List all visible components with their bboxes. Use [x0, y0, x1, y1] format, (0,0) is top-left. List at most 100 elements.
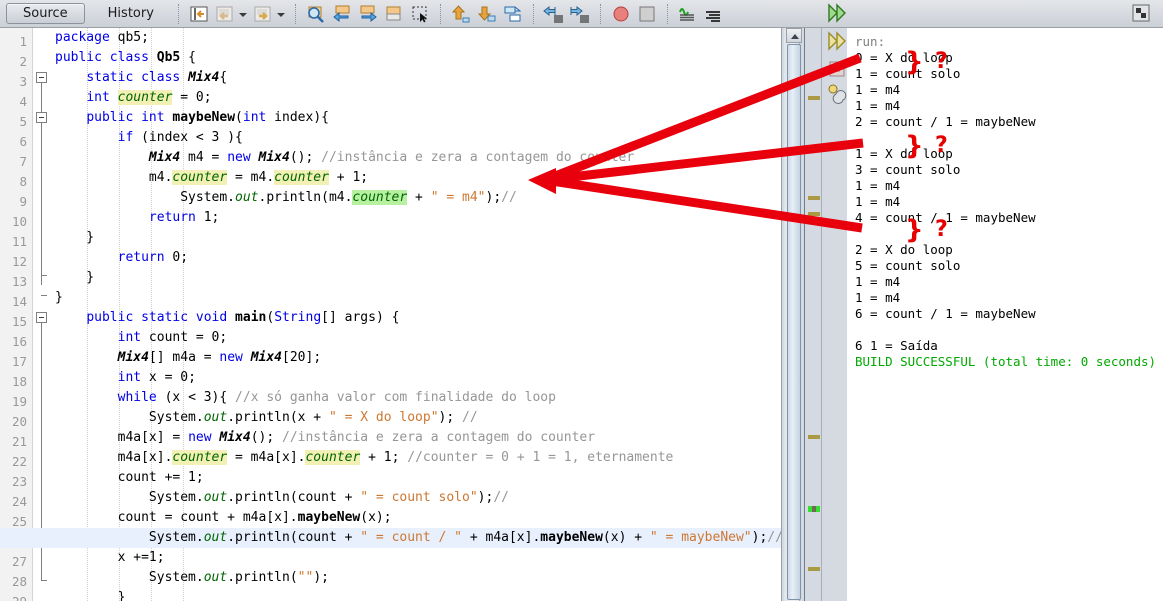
- code-line[interactable]: public int maybeNew(int index){: [55, 108, 329, 128]
- profile-icon[interactable]: [826, 82, 848, 104]
- line-number: 1: [19, 34, 27, 49]
- code-folding-column[interactable]: [33, 28, 55, 601]
- line-number: 13: [11, 274, 27, 289]
- line-number: 10: [11, 214, 27, 229]
- fold-toggle[interactable]: [36, 312, 47, 323]
- code-line[interactable]: public static void main(String[] args) {: [55, 308, 399, 328]
- occurrence-mark: [808, 435, 820, 439]
- code-line[interactable]: m4a[x].counter = m4a[x].counter + 1; //c…: [55, 448, 673, 468]
- code-line[interactable]: }: [55, 588, 126, 601]
- line-number: 28: [11, 574, 27, 589]
- code-line[interactable]: System.out.println(x + " = X do loop"); …: [55, 408, 478, 428]
- toolbar-separator: [532, 3, 534, 24]
- code-line[interactable]: return 1;: [55, 208, 219, 228]
- code-line[interactable]: }: [55, 228, 94, 248]
- stop-build-icon[interactable]: [826, 58, 848, 80]
- code-line[interactable]: }: [55, 288, 63, 308]
- code-line[interactable]: package qb5;: [55, 28, 149, 48]
- red-question-annotation: ?: [935, 217, 948, 242]
- code-line[interactable]: System.out.println(m4.counter + " = m4")…: [55, 188, 517, 208]
- stop-icon[interactable]: [610, 3, 632, 25]
- next-bookmark-icon[interactable]: [357, 3, 379, 25]
- line-number: 16: [11, 334, 27, 349]
- occurrence-mark: [808, 96, 820, 100]
- code-line[interactable]: x +=1;: [55, 548, 165, 568]
- shift-line-up-icon[interactable]: [450, 3, 472, 25]
- code-line[interactable]: Mix4 m4 = new Mix4(); //instância e zera…: [55, 148, 634, 168]
- vertical-scrollbar-thumb[interactable]: [787, 44, 801, 600]
- format-icon[interactable]: [677, 3, 699, 25]
- line-number: 22: [11, 454, 27, 469]
- shift-line-down-icon[interactable]: [476, 3, 498, 25]
- vertical-scrollbar-track[interactable]: [784, 28, 802, 601]
- code-line[interactable]: m4.counter = m4.counter + 1;: [55, 168, 368, 188]
- code-line[interactable]: count = count + m4a[x].maybeNew(x);: [55, 508, 392, 528]
- line-number: 9: [19, 194, 27, 209]
- code-line[interactable]: if (index < 3 ){: [55, 128, 243, 148]
- line-number: 2: [19, 54, 27, 69]
- line-number: 11: [11, 234, 27, 249]
- shift-left-icon[interactable]: [543, 3, 565, 25]
- forward-icon[interactable]: [252, 3, 274, 25]
- last-edit-icon[interactable]: [188, 3, 210, 25]
- fold-toggle[interactable]: [36, 72, 47, 83]
- code-line[interactable]: static class Mix4{: [55, 68, 227, 88]
- debug-file-icon[interactable]: [826, 30, 848, 52]
- tab-history[interactable]: History: [91, 3, 171, 24]
- stop-square-icon[interactable]: [636, 3, 658, 25]
- indent-icon[interactable]: [703, 3, 725, 25]
- previous-bookmark-icon[interactable]: [331, 3, 353, 25]
- back-dropdown-caret[interactable]: [238, 3, 247, 25]
- code-line[interactable]: return 0;: [55, 248, 188, 268]
- output-window[interactable]: run: 0 = X do loop 1 = count solo 1 = m4 1 =…: [847, 28, 1163, 601]
- code-line[interactable]: Mix4[] m4a = new Mix4[20];: [55, 348, 322, 368]
- toolbar-separator: [439, 3, 441, 24]
- line-number: 19: [11, 394, 27, 409]
- line-number: 23: [11, 474, 27, 489]
- code-line[interactable]: public class Qb5 {: [55, 48, 196, 68]
- code-line[interactable]: m4a[x] = new Mix4(); //instância e zera …: [55, 428, 595, 448]
- shift-right-icon[interactable]: [569, 3, 591, 25]
- output-line: 1 = m4: [855, 194, 901, 209]
- find-selection-icon[interactable]: [305, 3, 327, 25]
- code-line[interactable]: int x = 0;: [55, 368, 196, 388]
- code-line[interactable]: int count = 0;: [55, 328, 228, 348]
- toggle-bookmark-icon[interactable]: [383, 3, 405, 25]
- code-line[interactable]: }: [55, 268, 94, 288]
- code-line[interactable]: System.out.println("");: [55, 568, 329, 588]
- run-file-icon[interactable]: [826, 2, 848, 24]
- code-text-area[interactable]: package qb5; public class Qb5 { static cl…: [0, 28, 781, 601]
- line-number: 27: [11, 554, 27, 569]
- toolbar-separator: [599, 3, 601, 24]
- output-line: run:: [855, 34, 886, 49]
- editor-scrollbar-area[interactable]: [781, 3, 848, 601]
- code-line[interactable]: System.out.println(count + " = count sol…: [55, 488, 509, 508]
- code-line[interactable]: count += 1;: [55, 468, 204, 488]
- output-line: 6 = count / 1 = maybeNew: [855, 306, 1036, 321]
- grid-icon[interactable]: [1131, 3, 1153, 25]
- fold-line: [41, 120, 42, 275]
- forward-dropdown-caret[interactable]: [276, 3, 285, 25]
- output-line: 1 = m4: [855, 274, 901, 289]
- output-line: 1 = m4: [855, 178, 901, 193]
- output-line: 1 = m4: [855, 98, 901, 113]
- toolbar-separator: [294, 3, 296, 24]
- code-line[interactable]: while (x < 3){ //x só ganha valor com fi…: [55, 388, 556, 408]
- annotation-stripe[interactable]: [804, 28, 822, 601]
- caret-position-mark: [808, 506, 820, 512]
- code-line[interactable]: System.out.println(count + " = count / "…: [55, 528, 781, 548]
- code-editor[interactable]: 1 2 3 4 5 6 7 8 9 10 11 12 13 14 15 16 17 18 19 20 21 22 23 24 2…: [0, 28, 781, 601]
- output-line: 2 = X do loop: [855, 242, 953, 257]
- tab-source[interactable]: Source: [6, 3, 85, 24]
- line-number: 12: [11, 254, 27, 269]
- line-number: 24: [11, 494, 27, 509]
- comment-icon[interactable]: [502, 3, 524, 25]
- rectangular-selection-icon[interactable]: [409, 3, 431, 25]
- scroll-up-button[interactable]: [786, 28, 802, 43]
- red-brace-annotation: }: [905, 131, 924, 161]
- red-question-annotation: ?: [935, 49, 948, 74]
- output-line: BUILD SUCCESSFUL (total time: 0 seconds): [855, 354, 1157, 369]
- back-icon[interactable]: [214, 3, 236, 25]
- code-line[interactable]: int counter = 0;: [55, 88, 212, 108]
- fold-toggle[interactable]: [36, 112, 47, 123]
